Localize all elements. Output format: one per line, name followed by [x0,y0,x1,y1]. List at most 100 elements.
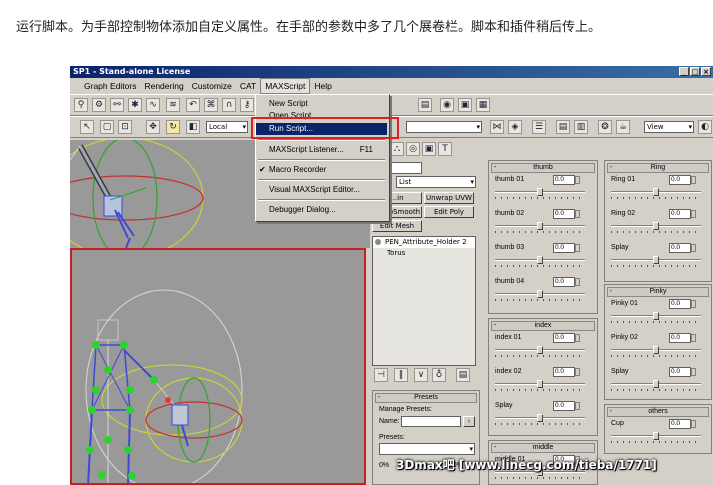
menu-maxscript[interactable]: MAXScript [260,78,311,94]
modifier-list-dropdown[interactable]: List [396,176,476,188]
param-spinner-index-1[interactable]: 0.0 [553,333,580,343]
index-rollout-header[interactable]: - index [491,321,595,331]
menu-item-macro-recorder[interactable]: ✔ Macro Recorder [256,164,387,176]
param-slider-others-1[interactable] [611,432,701,443]
param-slider-index-1[interactable] [495,346,585,357]
menu-help[interactable]: Help [310,79,335,93]
viewport-perspective[interactable] [70,248,366,485]
param-slider-ring-3[interactable] [611,256,701,267]
slider-thumb[interactable] [653,312,659,320]
curve-editor-icon[interactable]: ▤ [556,120,570,134]
presets-dropdown[interactable] [379,443,475,455]
utilities-tab-icon[interactable]: T [438,142,452,156]
menu-customize[interactable]: Customize [188,79,236,93]
param-spinner-index-2[interactable]: 0.0 [553,367,580,377]
hierarchy-icon[interactable]: ⌘ [204,98,218,112]
ring-rollout-header[interactable]: - Ring [607,163,709,173]
unwrap-uvw-button[interactable]: Unwrap UVW [424,192,474,204]
menu-graph-editors[interactable]: Graph Editors [80,79,140,93]
stack-item-attribute-holder[interactable]: PEN_Attribute_Holder 2 [373,237,475,248]
param-spinner-thumb-2[interactable]: 0.0 [553,209,580,219]
param-spinner-thumb-3[interactable]: 0.0 [553,243,580,253]
schematic-view-icon[interactable]: ▥ [574,120,588,134]
menu-item-visual-editor[interactable]: Visual MAXScript Editor... [256,184,387,196]
slider-thumb[interactable] [537,256,543,264]
align-icon[interactable]: ◈ [508,120,522,134]
select-filter-icon[interactable]: ✱ [128,98,142,112]
remove-modifier-icon[interactable]: ♁ [432,368,446,382]
motion-tab-icon[interactable]: ◎ [406,142,420,156]
middle-rollout-header[interactable]: - middle [491,443,595,453]
param-slider-pinky-2[interactable] [611,346,701,357]
param-slider-thumb-3[interactable] [495,256,585,267]
bone-icon[interactable]: ⚷ [240,98,254,112]
layers-icon[interactable]: ☰ [532,120,546,134]
param-slider-index-3[interactable] [495,414,585,425]
slider-thumb[interactable] [653,222,659,230]
param-slider-pinky-3[interactable] [611,380,701,391]
layer-manager-icon[interactable]: ▤ [418,98,432,112]
select-region-icon[interactable]: ▢ [100,120,114,134]
slider-thumb[interactable] [653,380,659,388]
slider-thumb[interactable] [653,432,659,440]
param-spinner-thumb-4[interactable]: 0.0 [553,277,580,287]
param-spinner-pinky-2[interactable]: 0.0 [669,333,696,343]
configure-sets-icon[interactable]: ▤ [456,368,470,382]
bind-spacewarp-icon[interactable]: ⚯ [110,98,124,112]
param-spinner-thumb-1[interactable]: 0.0 [553,175,580,185]
slider-thumb[interactable] [653,346,659,354]
visibility-bulb-icon[interactable] [375,239,381,245]
slider-thumb[interactable] [537,290,543,298]
param-spinner-ring-1[interactable]: 0.0 [669,175,696,185]
named-selection-dropdown[interactable] [406,121,482,133]
slider-thumb[interactable] [653,188,659,196]
select-object-icon[interactable]: ↖ [80,120,94,134]
menu-item-new-script[interactable]: New Script [256,98,387,110]
pinky-rollout-header[interactable]: - Pinky [607,287,709,297]
magnet-icon[interactable]: ∩ [222,98,236,112]
unlink-icon[interactable]: ⚙ [92,98,106,112]
slider-thumb[interactable] [537,222,543,230]
make-unique-icon[interactable]: ∨ [414,368,428,382]
reference-coordinate-dropdown[interactable]: Local [206,121,248,133]
window-crossing-icon[interactable]: ⊡ [118,120,132,134]
thumb-rollout-header[interactable]: - thumb [491,163,595,173]
menu-item-debugger-dialog[interactable]: Debugger Dialog... [256,204,387,216]
quick-render-icon[interactable]: ▦ [476,98,490,112]
wave-icon[interactable]: ≋ [166,98,180,112]
param-slider-thumb-4[interactable] [495,290,585,301]
slider-thumb[interactable] [537,380,543,388]
show-end-result-icon[interactable]: ‖ [394,368,408,382]
param-slider-thumb-2[interactable] [495,222,585,233]
slider-thumb[interactable] [653,256,659,264]
mirror-icon[interactable]: ⋈ [490,120,504,134]
param-slider-index-2[interactable] [495,380,585,391]
menu-rendering[interactable]: Rendering [140,79,187,93]
slider-thumb[interactable] [537,414,543,422]
close-button[interactable]: × [701,67,711,76]
param-slider-ring-1[interactable] [611,188,701,199]
rotate-icon[interactable]: ↻ [166,120,180,134]
param-slider-thumb-1[interactable] [495,188,585,199]
menu-item-maxscript-listener[interactable]: MAXScript Listener... F11 [256,144,387,156]
param-spinner-index-3[interactable]: 0.0 [553,401,580,411]
maximize-button[interactable]: □ [690,67,700,76]
render-icon[interactable]: ◐ [698,120,712,134]
presets-rollout-header[interactable]: - Presets [375,393,477,403]
param-spinner-ring-3[interactable]: 0.0 [669,243,696,253]
curve-icon[interactable]: ∿ [146,98,160,112]
others-rollout-header[interactable]: - others [607,407,709,417]
param-spinner-others-1[interactable]: 0.0 [669,419,696,429]
param-slider-ring-2[interactable] [611,222,701,233]
move-icon[interactable]: ✥ [146,120,160,134]
view-dropdown[interactable]: View [644,121,694,133]
pin-stack-icon[interactable]: ⊣ [374,368,388,382]
teapot-render-icon[interactable]: ☕ [616,120,630,134]
preset-name-input[interactable] [401,416,461,427]
param-slider-pinky-1[interactable] [611,312,701,323]
slider-thumb[interactable] [537,188,543,196]
edit-poly-button[interactable]: Edit Poly [424,206,474,218]
material-editor-icon[interactable]: ◉ [440,98,454,112]
render-setup-icon[interactable]: ▣ [458,98,472,112]
stack-item-torus[interactable]: Torus [373,248,475,259]
